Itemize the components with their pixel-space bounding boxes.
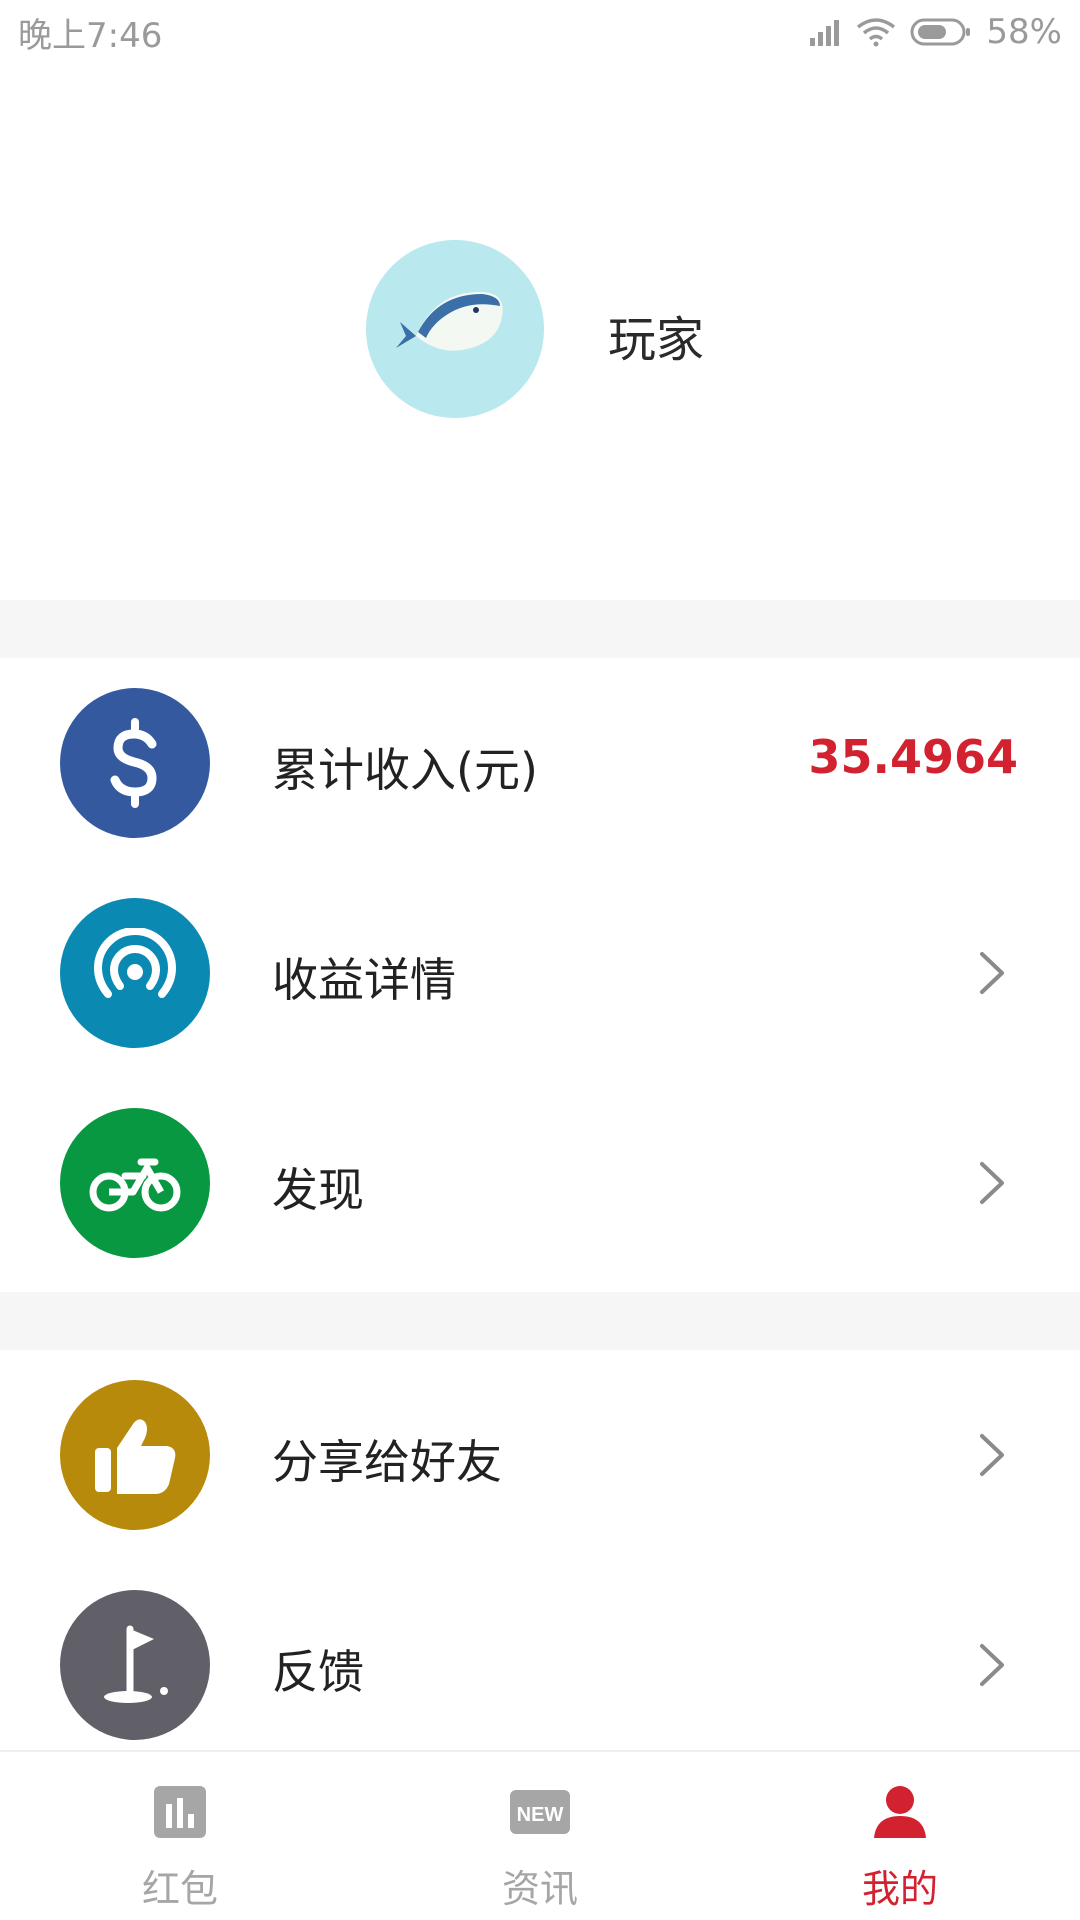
share-label: 分享给好友 [272, 1435, 502, 1489]
share-row[interactable]: 分享给好友 [0, 1350, 1080, 1560]
thumbs-up-icon [95, 1419, 176, 1494]
feedback-icon-circle [60, 1590, 210, 1740]
discover-icon-circle [60, 1108, 210, 1258]
section-divider [0, 600, 1080, 658]
new-badge-text: NEW [517, 1804, 564, 1826]
wifi-icon [857, 18, 896, 47]
nav-tab-news[interactable]: NEW 资讯 [360, 1752, 720, 1920]
nav-tab-mine[interactable]: 我的 [720, 1752, 1080, 1920]
chevron-right-icon [980, 1644, 1004, 1686]
feedback-row[interactable]: 反馈 [0, 1560, 1080, 1770]
flag-icon [104, 1625, 168, 1703]
nav-label-news: 资讯 [501, 1867, 578, 1911]
chevron-right-icon [980, 1162, 1004, 1204]
bar-chart-icon [154, 1786, 206, 1838]
broadcast-icon [93, 928, 177, 998]
income-value: 35.4964 [808, 730, 1018, 784]
earnings-detail-label: 收益详情 [272, 953, 456, 1007]
dollar-icon [110, 718, 157, 808]
battery-icon [910, 18, 971, 46]
avatar[interactable] [366, 240, 544, 418]
share-icon-circle [60, 1380, 210, 1530]
section-divider [0, 1292, 1080, 1350]
earnings-detail-row[interactable]: 收益详情 [0, 868, 1080, 1078]
status-bar: 晚上7:46 58% [0, 0, 1080, 64]
status-time: 晚上7:46 [18, 16, 163, 56]
signal-icon [810, 20, 840, 46]
chevron-right-icon [980, 952, 1004, 994]
bicycle-icon [89, 1158, 181, 1212]
chevron-right-icon [980, 1434, 1004, 1476]
discover-row[interactable]: 发现 [0, 1078, 1080, 1288]
income-row[interactable]: 累计收入(元) 35.4964 [0, 658, 1080, 868]
profile-header: 玩家 [0, 64, 1080, 600]
status-icons: 58% [810, 8, 1062, 56]
bottom-nav: 红包 NEW 资讯 我的 [0, 1750, 1080, 1920]
battery-percent: 58% [986, 12, 1062, 52]
nav-tab-hongbao[interactable]: 红包 [0, 1752, 360, 1920]
nav-label-mine: 我的 [861, 1867, 938, 1911]
whale-icon [366, 240, 544, 418]
discover-label: 发现 [272, 1163, 364, 1217]
earnings-icon-circle [60, 898, 210, 1048]
income-icon-circle [60, 688, 210, 838]
feedback-label: 反馈 [272, 1645, 364, 1699]
username: 玩家 [608, 312, 705, 368]
new-badge-icon: NEW [510, 1790, 570, 1834]
person-icon [874, 1786, 926, 1838]
nav-label-hongbao: 红包 [141, 1867, 218, 1911]
income-label: 累计收入(元) [272, 743, 538, 797]
